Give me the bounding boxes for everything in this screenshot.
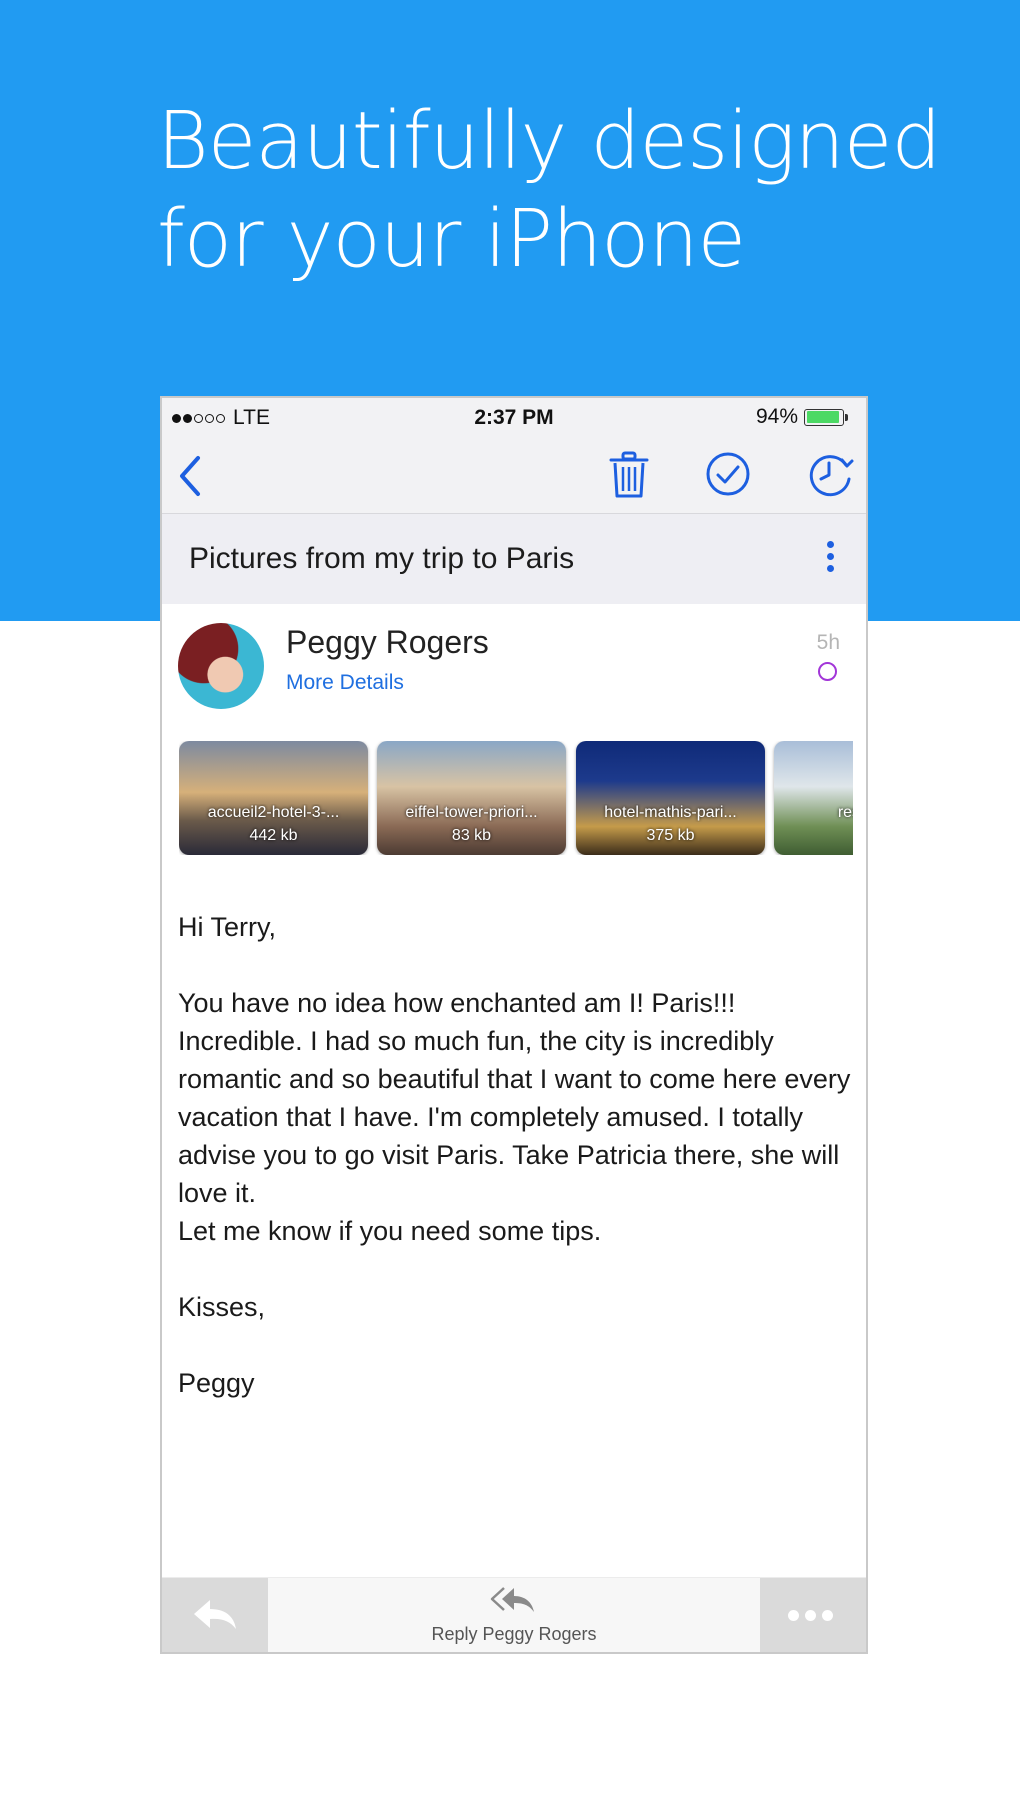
reply-all-icon bbox=[490, 1586, 538, 1621]
attachment-thumbnail[interactable]: hotel-mathis-pari... 375 kb bbox=[576, 741, 765, 855]
reply-icon bbox=[190, 1598, 240, 1637]
body-signature: Peggy bbox=[178, 1368, 255, 1398]
attachment-name: eiffel-tower-priori... bbox=[405, 804, 538, 821]
attachments-strip[interactable]: accueil2-hotel-3-... 442 kb eiffel-tower… bbox=[179, 741, 853, 855]
battery-icon bbox=[804, 408, 848, 426]
attachment-size: 375 kb bbox=[646, 827, 695, 844]
headline-line-1: Beautifully designed bbox=[157, 95, 941, 187]
trash-icon[interactable] bbox=[607, 450, 651, 505]
message-subject: Pictures from my trip to Paris bbox=[189, 542, 575, 575]
more-actions-button[interactable] bbox=[760, 1578, 866, 1652]
headline-line-2: for your iPhone bbox=[157, 193, 746, 285]
attachment-size: 12 bbox=[774, 827, 853, 845]
attachment-size: 442 kb bbox=[249, 827, 298, 844]
snooze-clock-icon[interactable] bbox=[806, 451, 856, 502]
kebab-menu-icon[interactable] bbox=[827, 541, 834, 577]
checkmark-circle-icon[interactable] bbox=[705, 451, 751, 502]
attachment-size: 83 kb bbox=[451, 827, 492, 844]
more-dots-icon bbox=[788, 1610, 833, 1621]
attachment-thumbnail[interactable]: reservati 12 bbox=[774, 741, 853, 855]
sender-name: Peggy Rogers bbox=[286, 624, 489, 660]
bottom-toolbar: Reply Peggy Rogers bbox=[162, 1577, 866, 1652]
attachment-name: hotel-mathis-pari... bbox=[604, 804, 737, 821]
avatar[interactable] bbox=[178, 623, 264, 709]
attachment-name: accueil2-hotel-3-... bbox=[207, 804, 340, 821]
message-age: 5h bbox=[816, 631, 840, 654]
phone-screen: LTE 2:37 PM 94% Pictures from my trip to… bbox=[160, 396, 868, 1654]
subject-bar: Pictures from my trip to Paris bbox=[162, 514, 866, 604]
attachment-thumbnail[interactable]: eiffel-tower-priori... 83 kb bbox=[377, 741, 566, 855]
status-bar: LTE 2:37 PM 94% bbox=[162, 398, 866, 438]
unread-indicator-icon[interactable] bbox=[818, 662, 837, 681]
reply-all-label: Reply Peggy Rogers bbox=[431, 1624, 597, 1644]
body-closing: Kisses, bbox=[178, 1292, 266, 1322]
body-line: Let me know if you need some tips. bbox=[178, 1216, 602, 1246]
body-paragraph: You have no idea how enchanted am I! Par… bbox=[178, 988, 851, 1208]
message-body: Hi Terry, You have no idea how enchanted… bbox=[178, 908, 858, 1402]
body-greeting: Hi Terry, bbox=[178, 912, 277, 942]
battery-percent: 94% bbox=[755, 405, 798, 428]
back-chevron-icon[interactable] bbox=[176, 454, 204, 503]
more-details-link[interactable]: More Details bbox=[286, 671, 404, 695]
battery-indicator: 94% bbox=[755, 405, 848, 429]
attachment-thumbnail[interactable]: accueil2-hotel-3-... 442 kb bbox=[179, 741, 368, 855]
nav-bar bbox=[162, 438, 866, 514]
attachment-name: reservati bbox=[837, 804, 853, 821]
reply-button[interactable] bbox=[162, 1578, 268, 1652]
headline: Beautifully designed for your iPhone bbox=[157, 92, 997, 288]
reply-all-button[interactable]: Reply Peggy Rogers bbox=[268, 1578, 760, 1652]
